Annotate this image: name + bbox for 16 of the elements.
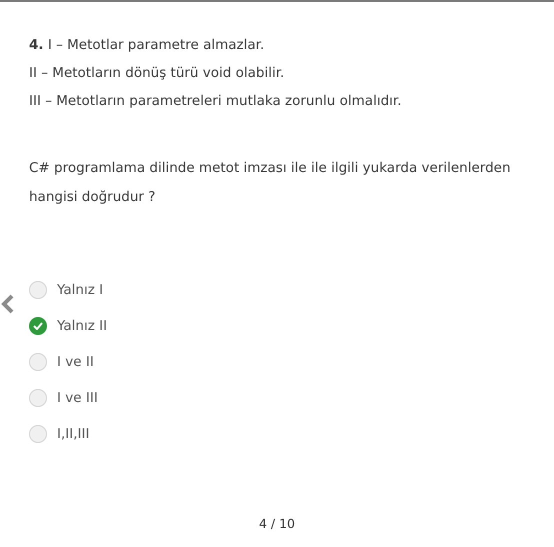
radio-button[interactable] [29,425,47,443]
option-label[interactable]: Yalnız I [57,282,104,298]
question-text: II – Metotların dönüş türü void olabilir. [29,64,286,83]
option-label[interactable]: Yalnız II [57,318,108,334]
question-prompt: C# programlama dilinde metot imzası ile ile ilgili yukarda verilenlerden hangisi doğrudur ? [29,159,512,207]
question-text: 4. I – Metotlar parametre almazlar. [29,36,266,55]
page-counter: 4 / 10 [258,516,296,531]
checked-radio-icon[interactable] [29,317,47,335]
radio-button[interactable] [29,389,47,407]
option-label[interactable]: I,II,III [57,426,90,442]
radio-button[interactable] [29,281,47,299]
radio-button[interactable] [29,353,47,371]
option-label[interactable]: I ve II [57,354,94,370]
option-label[interactable]: I ve III [57,390,98,406]
question-text: III – Metotların parametreleri mutlaka zorunlu olmalıdır. [29,92,403,111]
chevron-left-icon[interactable] [0,294,14,314]
